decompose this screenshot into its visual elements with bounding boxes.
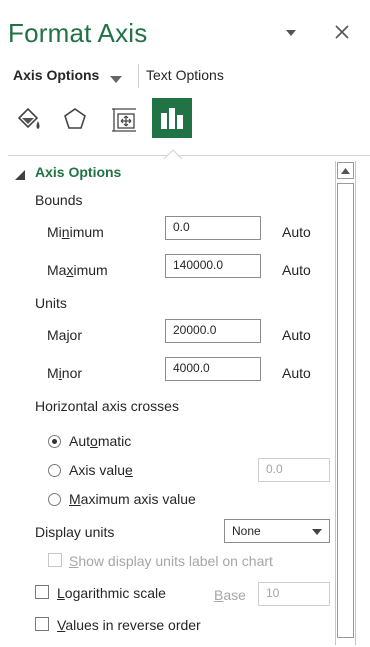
display-units-select[interactable]: None: [224, 519, 330, 543]
scrollbar[interactable]: [335, 161, 356, 645]
size-properties-icon[interactable]: [104, 99, 144, 139]
header-divider: [8, 155, 370, 156]
minimum-input[interactable]: 0.0: [165, 216, 261, 240]
active-tab-notch: [163, 146, 183, 162]
select-chevron-down-icon: [312, 524, 322, 538]
minor-input[interactable]: 4000.0: [165, 357, 261, 381]
scroll-up-button[interactable]: [337, 162, 354, 179]
triangle-down-icon[interactable]: [282, 24, 300, 42]
base-label: Base: [214, 587, 246, 603]
display-units-label: Display units: [35, 524, 115, 540]
effects-pentagon-icon[interactable]: [55, 99, 95, 139]
reverse-order-label[interactable]: Values in reverse order: [57, 617, 201, 633]
minimum-label: Minimum: [47, 224, 104, 240]
max-axis-value-radio[interactable]: [48, 493, 61, 506]
units-label: Units: [35, 295, 67, 311]
radio-selected-dot: [52, 439, 57, 444]
show-units-label-checkbox[interactable]: [48, 553, 62, 567]
collapse-triangle-icon[interactable]: [15, 167, 25, 183]
axis-crosses-label: Horizontal axis crosses: [35, 398, 179, 414]
base-input[interactable]: 10: [258, 582, 330, 606]
close-icon[interactable]: [333, 23, 351, 41]
maximum-auto-button[interactable]: Auto: [282, 262, 311, 278]
log-scale-checkbox[interactable]: [35, 585, 49, 599]
maximum-label: Maximum: [47, 262, 108, 278]
minor-auto-button[interactable]: Auto: [282, 365, 311, 381]
tab-divider: [138, 64, 139, 88]
axis-value-radio-label[interactable]: Axis value: [69, 462, 133, 478]
minor-label: Minor: [47, 365, 83, 381]
minimum-auto-button[interactable]: Auto: [282, 224, 311, 240]
reverse-order-checkbox[interactable]: [35, 617, 49, 631]
axis-value-input[interactable]: 0.0: [258, 458, 330, 482]
automatic-radio-label[interactable]: Automatic: [69, 433, 131, 449]
scroll-thumb[interactable]: [337, 183, 354, 638]
fill-line-icon[interactable]: [8, 99, 48, 139]
bounds-label: Bounds: [35, 192, 83, 208]
show-units-label-text: Show display units label on chart: [69, 553, 273, 569]
tab-text-options[interactable]: Text Options: [146, 67, 224, 83]
chevron-down-icon[interactable]: [110, 71, 122, 87]
major-input[interactable]: 20000.0: [165, 319, 261, 343]
display-units-selected: None: [232, 524, 261, 538]
axis-value-radio[interactable]: [48, 464, 61, 477]
tab-axis-options[interactable]: Axis Options: [13, 67, 99, 83]
automatic-radio[interactable]: [48, 435, 61, 448]
section-axis-options[interactable]: Axis Options: [35, 164, 121, 180]
axis-options-bar-icon[interactable]: [152, 98, 192, 138]
major-auto-button[interactable]: Auto: [282, 327, 311, 343]
pane-title: Format Axis: [8, 18, 148, 48]
major-label: Major: [47, 327, 83, 343]
maximum-input[interactable]: 140000.0: [165, 254, 261, 278]
max-axis-value-radio-label[interactable]: Maximum axis value: [69, 491, 196, 507]
log-scale-label[interactable]: Logarithmic scale: [57, 585, 166, 601]
